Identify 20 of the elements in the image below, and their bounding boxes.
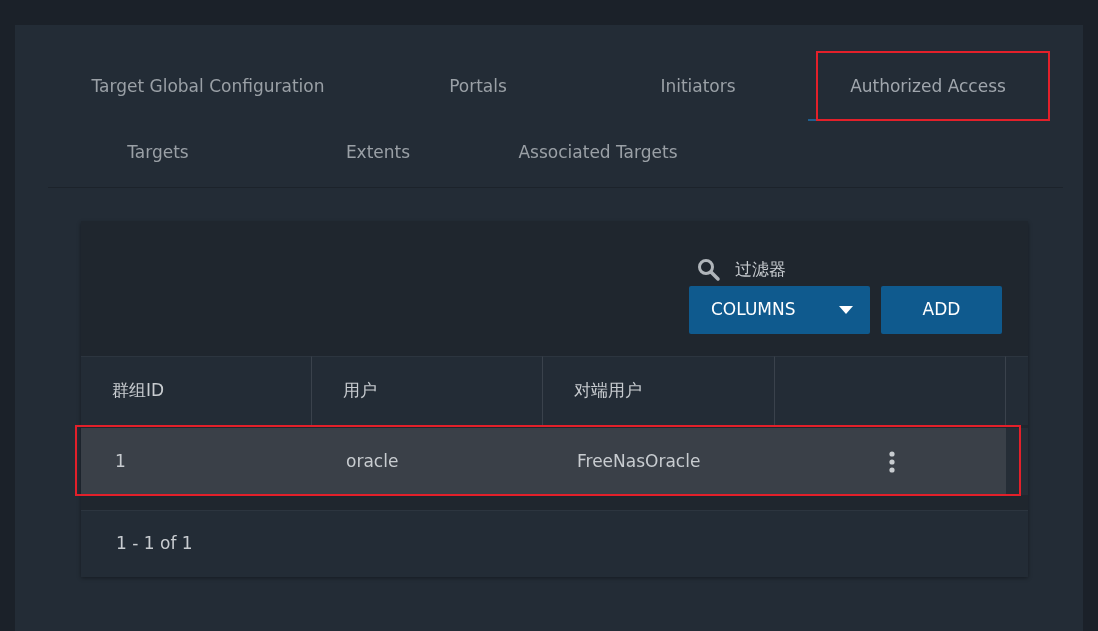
more-options-icon[interactable] [888,450,895,473]
columns-dropdown-button[interactable]: COLUMNS [689,286,870,334]
table-cell: oracle [312,428,543,495]
add-button[interactable]: ADD [881,286,1002,334]
tab[interactable]: Extents [268,121,488,187]
table-cell: 1 [81,428,312,495]
table-cell: FreeNasOracle [543,428,775,495]
caret-icon [839,306,853,314]
tab[interactable]: Initiators [588,55,808,121]
tab[interactable]: Associated Targets [488,121,708,187]
tab[interactable]: Authorized Access [808,55,1048,121]
column-header: 对端用户 [543,356,775,425]
search-icon [697,257,721,282]
pagination-label: 1 - 1 of 1 [116,532,193,556]
filter-field[interactable]: 过滤器 [735,257,825,283]
column-header: 群组ID [81,356,312,425]
tab[interactable]: Targets [48,121,268,187]
tab[interactable]: Portals [368,55,588,121]
tab[interactable]: Target Global Configuration [48,55,368,121]
column-header: 用户 [312,356,543,425]
